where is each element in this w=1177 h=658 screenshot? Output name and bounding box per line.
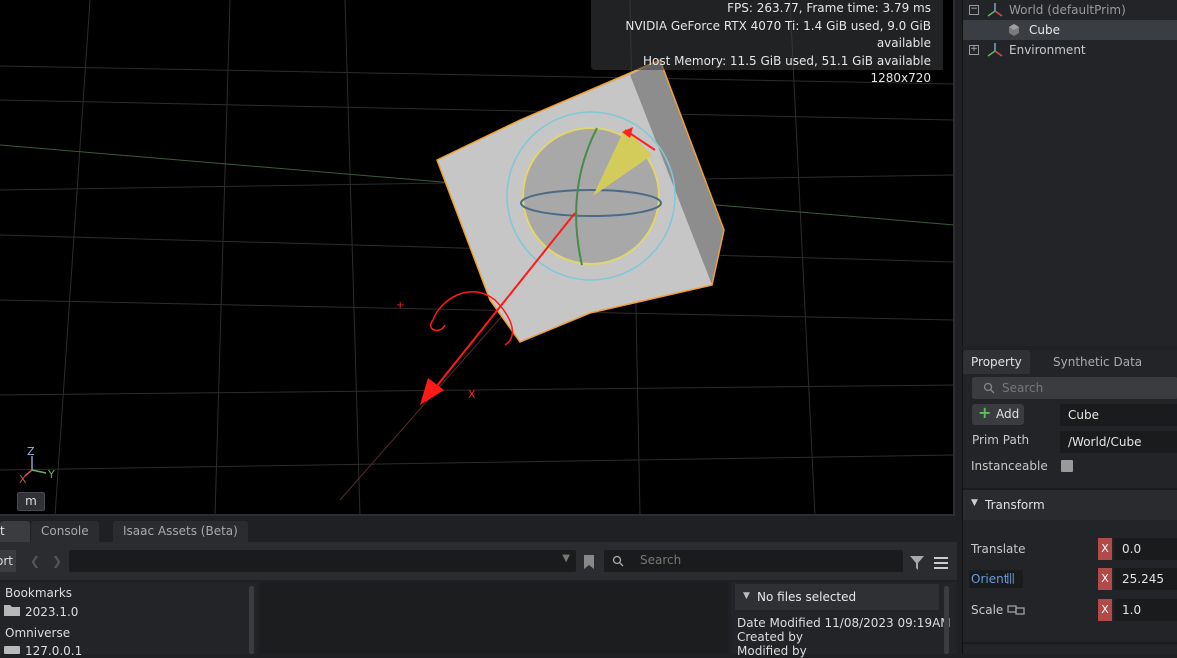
menu-icon[interactable] — [933, 556, 949, 570]
mesh-icon — [1009, 24, 1019, 36]
collapse-icon[interactable]: − — [969, 5, 979, 15]
stats-overlay: FPS: 263.77, Frame time: 3.79 ms NVIDIA … — [591, 0, 943, 85]
details-title: No files selected — [757, 590, 857, 604]
prim-path-label: Prim Path — [972, 433, 1030, 447]
import-button[interactable]: ort — [0, 550, 16, 572]
forward-icon[interactable]: ❯ — [52, 554, 62, 568]
bookmarks-tree: Bookmarks 2023.1.0 Omniverse 127.0.0.1 — [0, 582, 257, 658]
tab-isaac-assets[interactable]: Isaac Assets (Beta) — [113, 521, 248, 542]
bookmarks-label: Bookmarks — [5, 586, 73, 600]
server-item[interactable]: 127.0.0.1 — [25, 644, 82, 658]
expand-icon[interactable]: + — [969, 45, 979, 55]
path-input[interactable]: ▼ — [69, 550, 576, 572]
stage-panel: − World (defaultPrim) Cube + Environment — [962, 0, 1177, 346]
prim-name-field[interactable]: Cube — [1060, 404, 1177, 426]
scrollbar[interactable] — [944, 586, 949, 654]
content-browser: t Console Isaac Assets (Beta) ort ❮ ❯ ▼ … — [0, 518, 957, 658]
filter-icon[interactable] — [909, 555, 927, 571]
orient-x-field[interactable]: 25.245 — [1114, 568, 1177, 590]
host-memory-readout: Host Memory: 11.5 GiB used, 51.1 GiB ava… — [643, 53, 931, 68]
translate-x-field[interactable]: 0.0 — [1114, 538, 1177, 560]
axis-y-label: Y — [47, 468, 55, 481]
date-modified: Date Modified 11/08/2023 09:19AM — [737, 616, 951, 630]
orient-mode-toggle[interactable]: Orient ||| — [969, 570, 1023, 588]
transform-title: Transform — [985, 498, 1045, 512]
chevron-down-icon: ▼ — [743, 591, 750, 601]
tab-console[interactable]: Console — [31, 521, 99, 542]
folder-icon — [4, 605, 20, 616]
instanceable-label: Instanceable — [971, 459, 1048, 473]
tab-label: t — [0, 524, 5, 538]
axis-z-label: Z — [27, 445, 35, 458]
import-label: ort — [0, 554, 13, 568]
file-search-input[interactable]: Search — [604, 550, 903, 572]
tab-property[interactable]: Property — [963, 350, 1030, 374]
modified-by: Modified by — [737, 644, 807, 658]
viewport[interactable]: + X Z Y X FPS: 263.77, Frame time: 3.79 … — [0, 0, 955, 516]
chevron-down-icon: ▼ — [971, 498, 978, 508]
divider — [963, 642, 1177, 644]
xform-icon — [987, 43, 1003, 57]
xform-icon — [987, 3, 1003, 17]
file-grid[interactable] — [260, 582, 728, 654]
property-panel: Property Synthetic Data Recorde Search +… — [962, 350, 1177, 654]
server-icon — [4, 646, 20, 654]
scale-label: Scale — [971, 603, 1004, 617]
orient-label: Orient — [971, 572, 1009, 586]
viewport-mode-button[interactable]: m — [17, 492, 45, 511]
back-icon[interactable]: ❮ — [30, 554, 40, 568]
link-icon[interactable] — [1007, 604, 1025, 616]
property-search-input[interactable]: Search — [972, 377, 1177, 399]
scale-x-field[interactable]: 1.0 — [1114, 599, 1177, 621]
resolution-readout: 1280x720 — [870, 71, 931, 85]
bookmark-icon[interactable] — [582, 554, 596, 570]
scrollbar[interactable] — [249, 586, 254, 654]
gpu-readout: NVIDIA GeForce RTX 4070 Ti: 1.4 GiB used… — [625, 18, 931, 51]
tree-item-environment[interactable]: + Environment — [963, 40, 1177, 60]
x-axis-badge: X — [1098, 599, 1112, 621]
search-icon — [983, 382, 995, 394]
search-icon — [612, 555, 624, 567]
chevron-down-icon[interactable]: ▼ — [562, 553, 570, 564]
transform-header[interactable]: ▼ Transform — [963, 490, 1177, 520]
tree-label: Cube — [1029, 23, 1060, 37]
tree-label: Environment — [1009, 43, 1086, 57]
x-axis-badge: X — [1098, 538, 1112, 560]
tree-item-cube[interactable]: Cube — [963, 20, 1177, 40]
search-placeholder: Search — [1002, 381, 1044, 395]
prim-path-field[interactable]: /World/Cube — [1060, 431, 1177, 453]
marker-x: X — [468, 388, 476, 401]
search-placeholder: Search — [640, 553, 682, 567]
bars-icon: ||| — [1006, 571, 1015, 584]
plus-icon: + — [978, 403, 992, 422]
created-by: Created by — [737, 630, 804, 644]
tab-content[interactable]: t — [0, 521, 30, 542]
tree-label: World (defaultPrim) — [1009, 3, 1126, 17]
fps-readout: FPS: 263.77, Frame time: 3.79 ms — [727, 1, 931, 15]
translate-label: Translate — [971, 542, 1026, 556]
instanceable-checkbox[interactable] — [1061, 460, 1073, 472]
details-panel: ▼ No files selected Date Modified 11/08/… — [731, 582, 957, 658]
tree-item-world[interactable]: − World (defaultPrim) — [963, 0, 1177, 20]
tab-synthetic-data-recorder[interactable]: Synthetic Data Recorde — [1045, 350, 1177, 393]
axis-gizmo: Z Y X — [19, 445, 55, 486]
axis-x-label: X — [19, 473, 27, 486]
marker-plus: + — [396, 300, 404, 311]
add-button[interactable]: + Add — [972, 403, 1024, 425]
bookmark-item[interactable]: 2023.1.0 — [25, 605, 78, 619]
omniverse-label: Omniverse — [5, 626, 71, 640]
details-header[interactable]: ▼ No files selected — [735, 584, 939, 610]
add-label: Add — [996, 407, 1020, 421]
x-axis-badge: X — [1098, 568, 1112, 590]
